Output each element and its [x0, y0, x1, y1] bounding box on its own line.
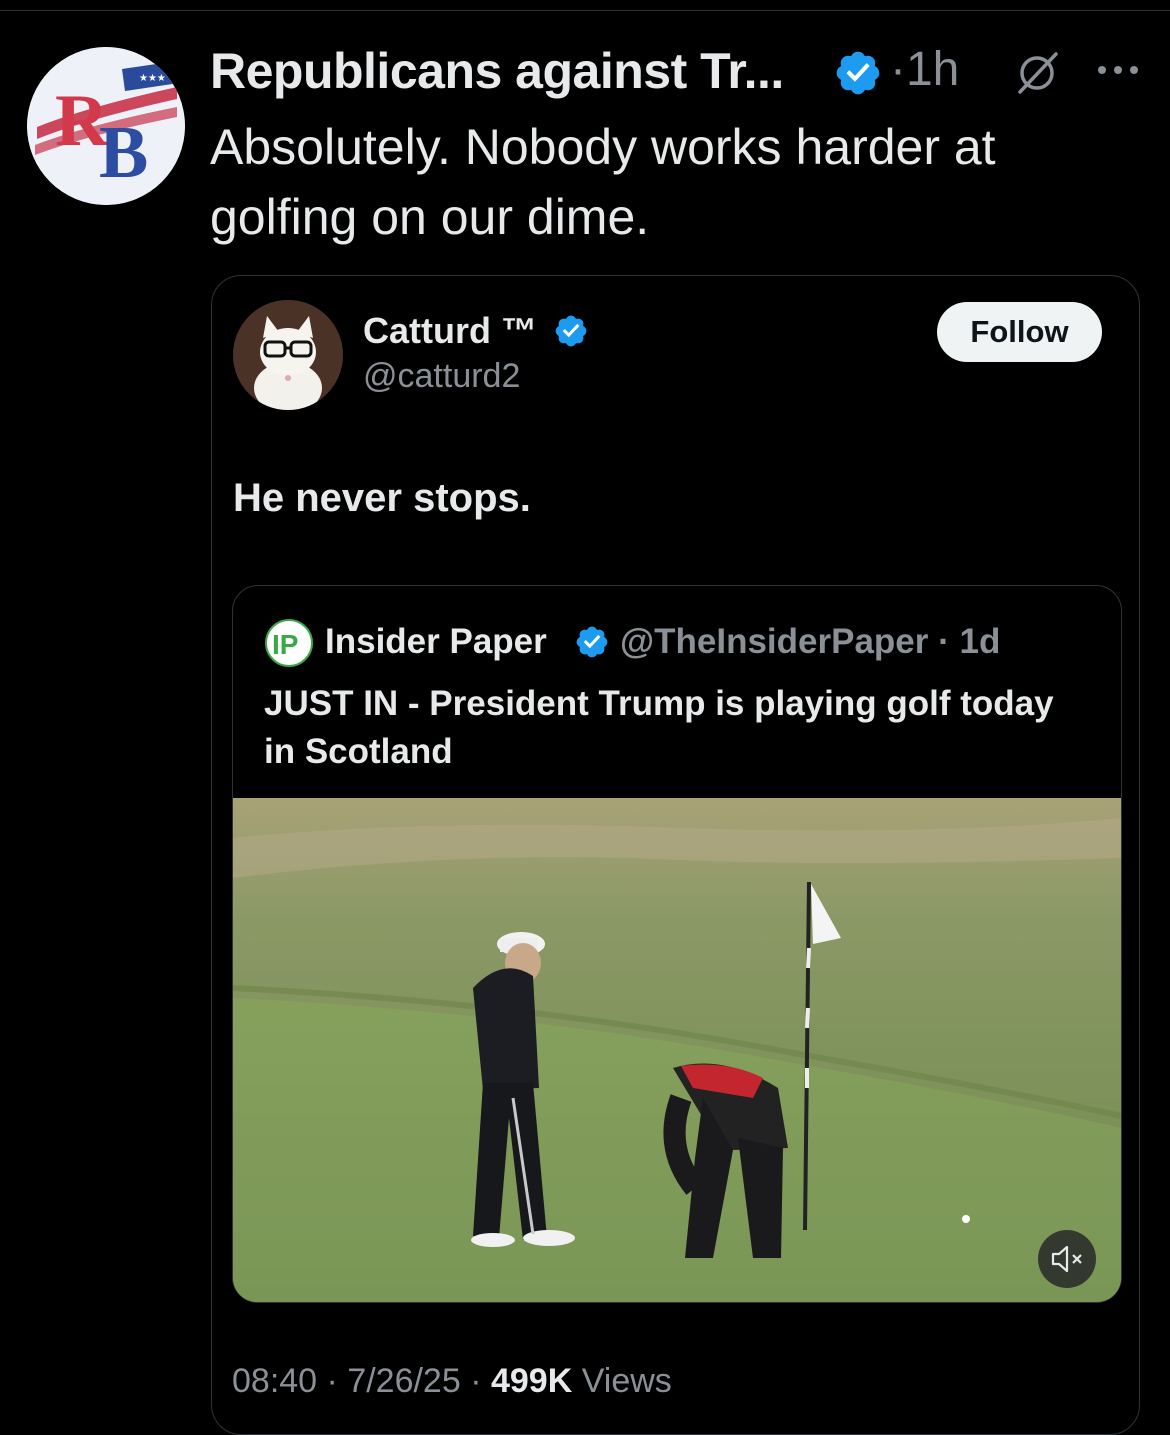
golf-video-frame [233, 798, 1121, 1302]
quoted-post-text: He never stops. [233, 476, 531, 520]
video-player[interactable] [233, 798, 1121, 1302]
follow-button[interactable]: Follow [937, 302, 1102, 362]
post-time[interactable]: ·1h [890, 42, 959, 97]
svg-text:★★★: ★★★ [139, 73, 166, 84]
top-divider [0, 10, 1170, 11]
insider-paper-logo[interactable]: IP [264, 618, 314, 668]
meta-date[interactable]: 7/26/25 [347, 1362, 460, 1400]
nested-author-handle[interactable]: @TheInsiderPaper · 1d [620, 622, 1000, 662]
nested-post-text: JUST IN - President Trump is playing gol… [264, 684, 1054, 771]
mute-button[interactable] [1038, 1230, 1096, 1288]
quoted-author-name[interactable]: Catturd ™ [363, 310, 537, 352]
views-label: Views [572, 1362, 672, 1400]
svg-text:B: B [99, 112, 148, 194]
post-text: Absolutely. Nobody works harder at golfi… [210, 119, 996, 245]
verified-badge-icon [574, 624, 610, 660]
mute-icon [1051, 1245, 1082, 1273]
views-count: 499K [490, 1362, 573, 1400]
author-name[interactable]: Republicans against Tr... [210, 42, 784, 100]
quoted-author-avatar[interactable] [233, 300, 343, 410]
svg-text:IP: IP [272, 629, 298, 660]
grok-icon[interactable] [1014, 50, 1060, 96]
author-avatar[interactable]: ★★★ R B [27, 47, 185, 205]
meta-time[interactable]: 08:40 [232, 1362, 317, 1400]
more-icon[interactable] [1096, 60, 1140, 80]
verified-badge-icon [553, 313, 589, 349]
post-meta: 08:40 · 7/26/25 · 499K Views [232, 1362, 672, 1400]
nested-author-name[interactable]: Insider Paper [325, 622, 547, 662]
verified-badge-icon [833, 48, 883, 98]
post-header: Republicans against Tr... ·1h [210, 38, 1150, 108]
quoted-author-handle[interactable]: @catturd2 [363, 357, 520, 396]
